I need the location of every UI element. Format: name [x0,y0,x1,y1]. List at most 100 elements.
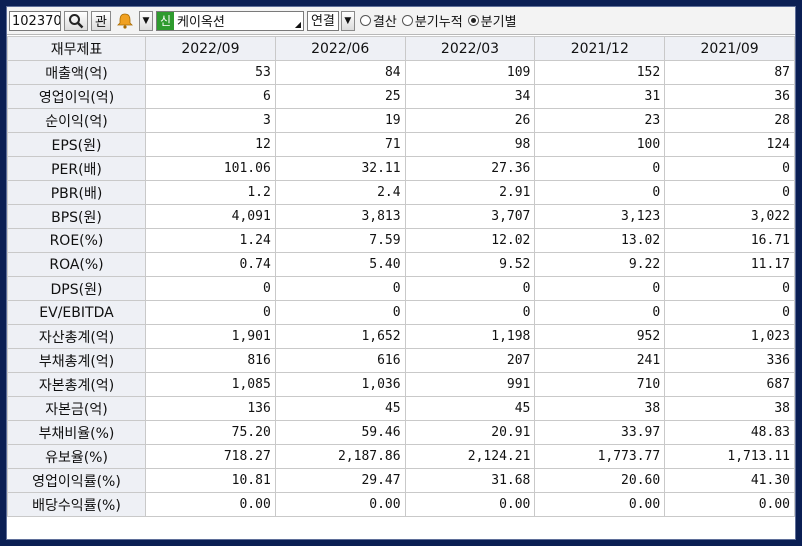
table-cell: 0 [145,276,276,301]
financial-summary-window: 102370 관 ▼ 신 케이옥션 ◢ 연결 ▼ 결산 분기누적 분기별 재무제… [6,6,796,540]
table-cell: 152 [534,60,666,85]
period-header[interactable]: 2022/09 [145,36,276,61]
table-cell: 1,773.77 [534,444,666,469]
table-cell: 6 [145,84,276,109]
period-header[interactable]: 2021/09 [664,36,795,61]
table-cell: 2,187.86 [274,444,406,469]
table-cell: 5.40 [274,252,406,277]
table-cell: 100 [534,132,666,157]
table-cell: 87 [664,60,795,85]
table-cell: 0.74 [145,252,276,277]
table-cell: 0 [534,156,666,181]
table-cell: 1,085 [145,372,276,397]
row-label: 부채비율(%) [7,420,146,445]
chevron-down-icon: ▼ [142,15,150,26]
table-cell: 718.27 [145,444,276,469]
table-row: PBR(배) 1.2 2.4 2.91 0 0 [7,180,795,205]
row-label: 영업이익률(%) [7,468,146,493]
table-cell: 12.02 [404,228,536,253]
table-cell: 48.83 [664,420,795,445]
row-label: EPS(원) [7,132,146,157]
chevron-down-icon[interactable]: ▼ [340,10,355,31]
table-cell: 1,198 [404,324,536,349]
period-header[interactable]: 2022/06 [274,36,406,61]
table-cell: 2.91 [404,180,536,205]
table-cell: 109 [404,60,536,85]
table-row: 영업이익률(%) 10.81 29.47 31.68 20.60 41.30 [7,468,795,493]
table-cell: 0.00 [534,492,666,517]
alert-dropdown-button[interactable]: ▼ [138,10,153,31]
stock-code-input[interactable]: 102370 [9,10,61,31]
table-cell: 20.60 [534,468,666,493]
table-cell: 84 [274,60,406,85]
table-cell: 7.59 [274,228,406,253]
table-cell: 2.4 [274,180,406,205]
header-row: 재무제표 2022/09 2022/06 2022/03 2021/12 202… [7,36,795,61]
table-cell: 11.17 [664,252,795,277]
table-cell: 38 [534,396,666,421]
table-cell: 9.52 [404,252,536,277]
table-cell: 0.00 [404,492,536,517]
company-name: 케이옥션 [177,15,225,30]
row-label: 자본금(억) [7,396,146,421]
radio-circle-selected-icon [467,15,479,26]
period-header[interactable]: 2022/03 [404,36,536,61]
table-cell: 0 [145,300,276,325]
radio-label: 분기누적 [414,15,463,30]
table-cell: 1,023 [664,324,795,349]
radio-quarterly[interactable]: 분기별 [467,11,517,30]
company-name-field[interactable]: 신 케이옥션 ◢ [155,10,304,31]
table-row: ROE(%) 1.24 7.59 12.02 13.02 16.71 [7,228,795,253]
radio-settlement[interactable]: 결산 [359,11,397,30]
header-label: 재무제표 [7,36,146,61]
table-cell: 41.30 [664,468,795,493]
table-cell: 336 [664,348,795,373]
table-cell: 16.71 [664,228,795,253]
table-cell: 710 [534,372,666,397]
table-cell: 3 [145,108,276,133]
table-cell: 0 [664,180,795,205]
table-cell: 1,036 [274,372,406,397]
row-label: BPS(원) [7,204,146,229]
table-cell: 0 [534,276,666,301]
table-cell: 26 [404,108,536,133]
consolidation-value: 연결 [306,10,339,31]
row-label: PBR(배) [7,180,146,205]
table-cell: 33.97 [534,420,666,445]
table-cell: 36 [664,84,795,109]
row-label: 순이익(억) [7,108,146,133]
table-cell: 2,124.21 [404,444,536,469]
table-cell: 12 [145,132,276,157]
radio-circle-icon [359,15,371,26]
table-cell: 1,901 [145,324,276,349]
table-cell: 136 [145,396,276,421]
table-cell: 0 [404,276,536,301]
table-cell: 0.00 [664,492,795,517]
alert-button[interactable] [114,11,136,31]
table-row: 부채비율(%) 75.20 59.46 20.91 33.97 48.83 [7,420,795,445]
table-cell: 952 [534,324,666,349]
search-button[interactable] [64,10,88,31]
radio-label: 분기별 [480,15,517,30]
table-cell: 0 [534,300,666,325]
table-cell: 13.02 [534,228,666,253]
table-cell: 23 [534,108,666,133]
period-header[interactable]: 2021/12 [534,36,666,61]
table-cell: 53 [145,60,276,85]
table-cell: 4,091 [145,204,276,229]
radio-quarterly-cumulative[interactable]: 분기누적 [401,11,463,30]
table-row: PER(배) 101.06 32.11 27.36 0 0 [7,156,795,181]
table-cell: 98 [404,132,536,157]
consolidation-select[interactable]: 연결 ▼ [306,10,355,31]
table-cell: 27.36 [404,156,536,181]
table-cell: 75.20 [145,420,276,445]
new-badge: 신 [156,11,175,30]
table-cell: 687 [664,372,795,397]
search-icon [69,13,84,28]
table-cell: 124 [664,132,795,157]
gwan-button[interactable]: 관 [91,10,111,31]
table-row: EPS(원) 12 71 98 100 124 [7,132,795,157]
financial-table: 재무제표 2022/09 2022/06 2022/03 2021/12 202… [7,36,795,517]
table-cell: 0 [274,276,406,301]
table-row: 자산총계(억) 1,901 1,652 1,198 952 1,023 [7,324,795,349]
